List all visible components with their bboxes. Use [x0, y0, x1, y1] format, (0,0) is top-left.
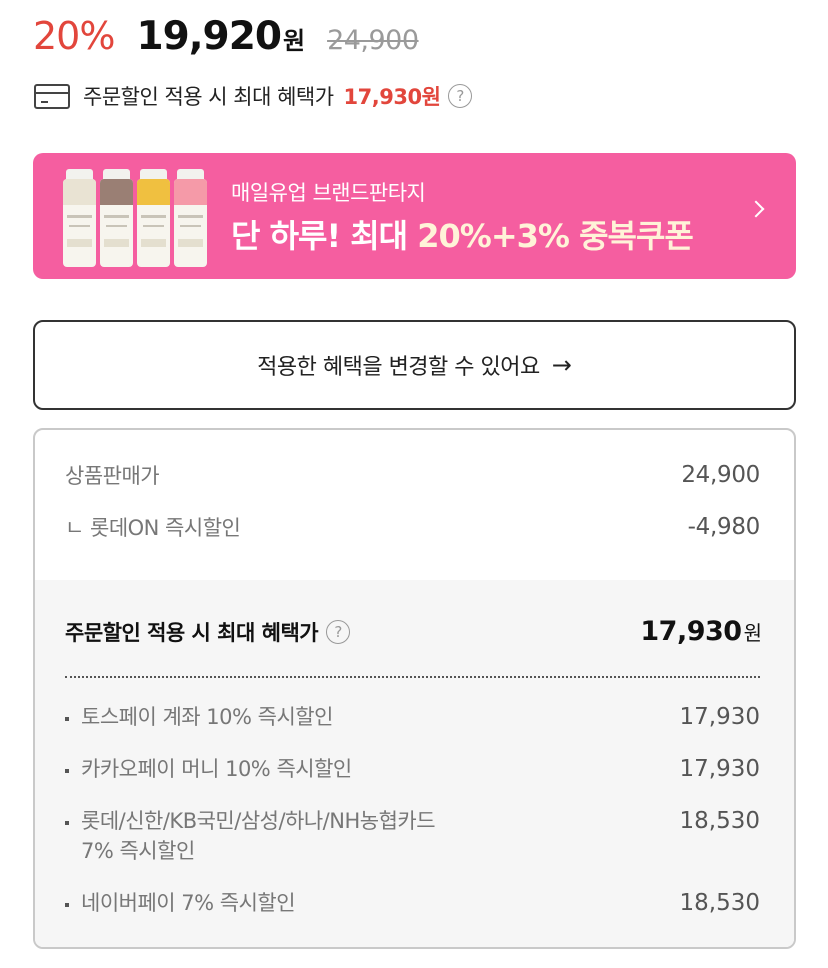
banner-title-highlight: 20%+3% 중복쿠폰 — [417, 217, 694, 255]
list-item: 토스페이 계좌 10% 즉시할인 17,930 — [65, 702, 760, 732]
list-item: ㄴ 롯데ON 즉시할인 -4,980 — [65, 512, 760, 542]
row-value: -4,980 — [687, 514, 761, 540]
row-label: ㄴ 롯데ON 즉시할인 — [65, 516, 241, 540]
change-benefit-label: 적용한 혜택을 변경할 수 있어요 — [257, 355, 540, 380]
discount-value: 17,930 — [679, 704, 760, 730]
max-benefit-price: 17,930원 — [343, 85, 441, 109]
price-row: 20% 19,920 원 24,900 — [33, 14, 419, 64]
chevron-right-icon — [747, 200, 765, 218]
row-label: 상품판매가 — [65, 464, 160, 488]
help-icon[interactable]: ? — [326, 619, 351, 644]
credit-card-icon — [34, 83, 70, 109]
max-benefit-summary: 주문할인 적용 시 최대 혜택가? 17,930 원 — [65, 616, 762, 647]
discount-label: 롯데/신한/KB국민/삼성/하나/NH농협카드 7% 즉시할인 — [65, 806, 436, 866]
list-item: 카카오페이 머니 10% 즉시할인 17,930 — [65, 754, 760, 784]
change-benefit-button[interactable]: 적용한 혜택을 변경할 수 있어요 → — [33, 320, 796, 410]
discount-label-line1: 롯데/신한/KB국민/삼성/하나/NH농협카드 — [81, 809, 436, 833]
max-benefit-summary-text: 주문할인 적용 시 최대 혜택가 — [65, 620, 319, 645]
max-benefit-summary-price: 17,930 원 — [640, 616, 762, 647]
promo-banner[interactable]: 매일유업 브랜드판타지 단 하루! 최대 20%+3% 중복쿠폰 — [33, 153, 796, 279]
max-benefit-summary-value: 17,930 — [640, 616, 742, 647]
max-benefit-section: 주문할인 적용 시 최대 혜택가? 17,930 원 토스페이 계좌 10% 즉시… — [35, 580, 794, 947]
sale-price-unit: 원 — [282, 27, 306, 55]
discount-label-line2: 7% 즉시할인 — [81, 839, 195, 863]
banner-title: 단 하루! 최대 20%+3% 중복쿠폰 — [231, 211, 694, 257]
discount-label: 카카오페이 머니 10% 즉시할인 — [65, 754, 352, 784]
discount-label: 토스페이 계좌 10% 즉시할인 — [65, 702, 333, 732]
bottle-image — [174, 169, 207, 267]
discount-label-text: 토스페이 계좌 10% 즉시할인 — [81, 705, 333, 729]
help-icon[interactable]: ? — [448, 84, 473, 108]
bottle-image — [137, 169, 170, 267]
product-bottles-image — [63, 169, 243, 267]
price-detail-box: 상품판매가 24,900 ㄴ 롯데ON 즉시할인 -4,980 주문할인 적용 … — [33, 428, 796, 949]
banner-title-prefix: 단 하루! 최대 — [231, 217, 418, 255]
max-benefit-row: 주문할인 적용 시 최대 혜택가 17,930원 ? — [34, 80, 473, 112]
discount-label-text: 네이버페이 7% 즉시할인 — [81, 891, 296, 915]
arrow-right-icon: → — [551, 351, 572, 379]
discount-rate: 20% — [33, 14, 115, 58]
discount-value: 18,530 — [679, 808, 760, 834]
discount-label-text: 롯데/신한/KB국민/삼성/하나/NH농협카드 7% 즉시할인 — [81, 806, 436, 866]
list-item: 상품판매가 24,900 — [65, 460, 760, 490]
bottle-image — [63, 169, 96, 267]
max-benefit-summary-unit: 원 — [743, 621, 762, 645]
dotted-divider — [65, 676, 760, 678]
max-benefit-summary-label: 주문할인 적용 시 최대 혜택가? — [65, 617, 351, 647]
discount-value: 17,930 — [679, 756, 760, 782]
price-breakdown: 상품판매가 24,900 ㄴ 롯데ON 즉시할인 -4,980 — [35, 430, 794, 580]
banner-subtitle: 매일유업 브랜드판타지 — [231, 181, 426, 205]
discount-label: 네이버페이 7% 즉시할인 — [65, 888, 296, 918]
discount-value: 18,530 — [679, 890, 760, 916]
list-item: 롯데/신한/KB국민/삼성/하나/NH농협카드 7% 즉시할인 18,530 — [65, 806, 760, 866]
original-price: 24,900 — [327, 25, 419, 56]
list-item: 네이버페이 7% 즉시할인 18,530 — [65, 888, 760, 918]
discount-label-text: 카카오페이 머니 10% 즉시할인 — [81, 757, 352, 781]
row-value: 24,900 — [681, 462, 760, 488]
sale-price: 19,920 — [136, 14, 281, 59]
bottle-image — [100, 169, 133, 267]
max-benefit-label: 주문할인 적용 시 최대 혜택가 — [83, 85, 334, 109]
